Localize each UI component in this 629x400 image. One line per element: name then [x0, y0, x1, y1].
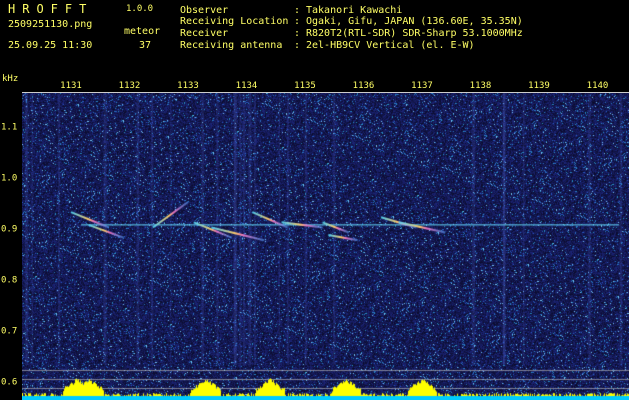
x-tick-label: 1140: [586, 81, 609, 91]
x-tick-label: 1133: [177, 81, 199, 91]
x-tick-label: 1137: [411, 81, 433, 91]
receiver-value: R820T2(RTL-SDR) SDR-Sharp 53.1000MHz: [306, 28, 523, 39]
meteor-count: 37: [139, 40, 152, 51]
y-tick-label: 1.1: [1, 122, 18, 133]
antenna-value: 2el-HB9CV Vertical (el. E-W): [306, 40, 475, 51]
app-title: HROFFT: [8, 2, 94, 16]
observer-label: Observer: [180, 5, 229, 16]
y-tick-label: 0.9: [1, 224, 18, 235]
x-tick-label: 1131: [60, 81, 82, 91]
x-tick-label: 1135: [294, 81, 316, 91]
x-tick-label: 1139: [528, 81, 550, 91]
observer-value: Takanori Kawachi: [306, 5, 403, 16]
y-tick-label: 1.0: [1, 173, 18, 184]
observer-colon: :: [294, 5, 301, 16]
x-tick-label: 1132: [118, 81, 141, 91]
x-tick-label: 1134: [235, 81, 258, 91]
location-colon: :: [294, 16, 301, 27]
hrofft-window: HROFFT 1.0.0 2509251130.png 25.09.25 11:…: [0, 0, 629, 400]
y-axis-unit: kHz: [2, 74, 19, 84]
mode-label: meteor: [124, 26, 161, 37]
antenna-colon: :: [294, 40, 301, 51]
plot-top-border: [22, 92, 629, 93]
x-tick-label: 1136: [352, 81, 375, 91]
file-name: 2509251130.png: [8, 19, 93, 30]
date-time: 25.09.25 11:30: [8, 40, 93, 51]
location-value: Ogaki, Gifu, JAPAN (136.60E, 35.35N): [306, 16, 523, 27]
app-version: 1.0.0: [126, 4, 154, 14]
antenna-label: Receiving antenna: [180, 40, 283, 51]
y-tick-label: 0.8: [1, 275, 18, 286]
x-tick-label: 1138: [469, 81, 492, 91]
receiver-label: Receiver: [180, 28, 229, 39]
receiver-colon: :: [294, 28, 301, 39]
y-tick-label: 0.6: [1, 377, 18, 388]
spectrogram-plot: [22, 92, 629, 400]
location-label: Receiving Location: [180, 16, 289, 27]
y-tick-label: 0.7: [1, 326, 18, 337]
